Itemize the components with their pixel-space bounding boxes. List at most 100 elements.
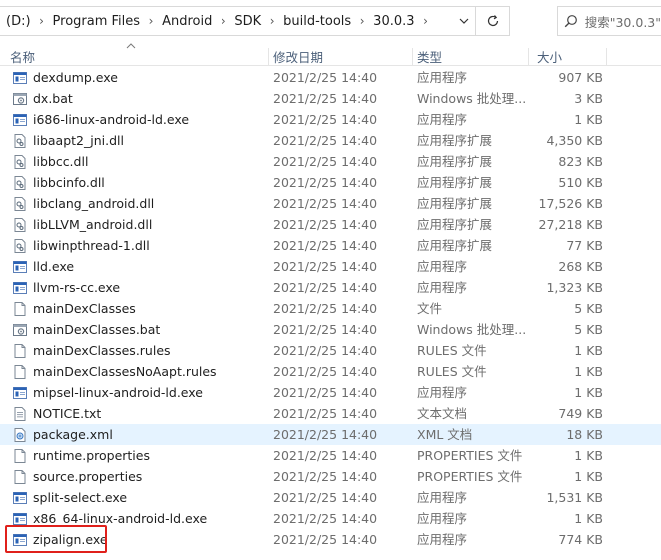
- file-type: 应用程序扩展: [417, 196, 493, 211]
- file-type: 文件: [417, 301, 443, 316]
- file-row[interactable]: source.properties 2021/2/25 14:40 PROPERTI…: [0, 466, 661, 487]
- file-row[interactable]: libclang_android.dll 2021/2/25 14:40 应用程序扩…: [0, 193, 661, 214]
- file-icon: [12, 301, 28, 317]
- file-type: 应用程序: [417, 259, 468, 274]
- file-name: llvm-rs-cc.exe: [33, 280, 121, 295]
- file-date: 2021/2/25 14:40: [273, 427, 378, 442]
- file-name: runtime.properties: [33, 448, 150, 463]
- file-date: 2021/2/25 14:40: [273, 532, 378, 547]
- file-name: mainDexClasses.bat: [33, 322, 161, 337]
- file-type: PROPERTIES 文件: [417, 448, 523, 463]
- file-row[interactable]: mainDexClasses.bat 2021/2/25 14:40 Windows…: [0, 319, 661, 340]
- file-name: libbcc.dll: [33, 154, 89, 169]
- file-row[interactable]: i686-linux-android-ld.exe 2021/2/25 14:40…: [0, 109, 661, 130]
- column-name[interactable]: 名称: [0, 44, 268, 66]
- search-placeholder[interactable]: 搜索"30.0.3": [585, 12, 661, 31]
- file-date: 2021/2/25 14:40: [273, 133, 378, 148]
- chevron-right-icon[interactable]: ›: [216, 14, 230, 28]
- toolbar: (D:) › Program Files › Android › SDK › build-too…: [0, 0, 661, 44]
- file-name: i686-linux-android-ld.exe: [33, 112, 190, 127]
- file-row[interactable]: libwinpthread-1.dll 2021/2/25 14:40 应用程序扩展…: [0, 235, 661, 256]
- file-name: package.xml: [33, 427, 113, 442]
- dll-file-icon: [12, 196, 28, 212]
- column-date[interactable]: 修改日期: [263, 44, 413, 66]
- file-size: 1 KB: [574, 112, 603, 127]
- file-row[interactable]: mainDexClasses 2021/2/25 14:40 文件 5 KB: [0, 298, 661, 319]
- file-name: mainDexClasses: [33, 301, 136, 316]
- address-bar[interactable]: (D:) › Program Files › Android › SDK › build-too…: [0, 6, 510, 36]
- file-row[interactable]: dx.bat 2021/2/25 14:40 Windows 批处理... 3 KB: [0, 88, 661, 109]
- application-icon: [12, 70, 28, 86]
- highlight-box: [5, 525, 107, 553]
- file-date: 2021/2/25 14:40: [273, 217, 378, 232]
- file-size: 4,350 KB: [546, 133, 603, 148]
- breadcrumb-item[interactable]: 30.0.3: [369, 14, 418, 29]
- breadcrumb-item[interactable]: SDK: [230, 14, 265, 29]
- file-row[interactable]: mainDexClasses.rules 2021/2/25 14:40 RULES…: [0, 340, 661, 361]
- application-icon: [12, 385, 28, 401]
- breadcrumb-item[interactable]: Program Files: [49, 14, 145, 29]
- file-type: Windows 批处理...: [417, 322, 527, 337]
- file-size: 5 KB: [574, 322, 603, 337]
- file-row[interactable]: llvm-rs-cc.exe 2021/2/25 14:40 应用程序 1,323 K…: [0, 277, 661, 298]
- application-icon: [12, 112, 28, 128]
- file-name: dx.bat: [33, 91, 73, 106]
- refresh-button[interactable]: [475, 7, 509, 35]
- file-date: 2021/2/25 14:40: [273, 469, 378, 484]
- file-size: 1 KB: [574, 511, 603, 526]
- file-name: libclang_android.dll: [33, 196, 155, 211]
- file-row[interactable]: libaapt2_jni.dll 2021/2/25 14:40 应用程序扩展 4,3…: [0, 130, 661, 151]
- file-row[interactable]: package.xml 2021/2/25 14:40 XML 文档 18 KB: [0, 424, 661, 445]
- file-size: 1 KB: [574, 448, 603, 463]
- search-box[interactable]: 搜索"30.0.3": [557, 6, 661, 36]
- file-name: libwinpthread-1.dll: [33, 238, 150, 253]
- breadcrumb: (D:) › Program Files › Android › SDK › build-too…: [0, 7, 433, 35]
- file-row[interactable]: runtime.properties 2021/2/25 14:40 PROPERT…: [0, 445, 661, 466]
- file-row[interactable]: lld.exe 2021/2/25 14:40 应用程序 268 KB: [0, 256, 661, 277]
- address-history-dropdown[interactable]: [453, 7, 475, 35]
- file-type: PROPERTIES 文件: [417, 469, 523, 484]
- file-size: 27,218 KB: [538, 217, 603, 232]
- file-row[interactable]: dexdump.exe 2021/2/25 14:40 应用程序 907 KB: [0, 67, 661, 88]
- chevron-right-icon[interactable]: ›: [265, 14, 279, 28]
- file-date: 2021/2/25 14:40: [273, 259, 378, 274]
- chevron-right-icon[interactable]: ›: [355, 14, 369, 28]
- file-row[interactable]: libbcc.dll 2021/2/25 14:40 应用程序扩展 823 KB: [0, 151, 661, 172]
- chevron-right-icon[interactable]: ›: [419, 14, 433, 28]
- file-icon: [12, 364, 28, 380]
- file-date: 2021/2/25 14:40: [273, 406, 378, 421]
- breadcrumb-item[interactable]: (D:): [2, 14, 35, 29]
- file-date: 2021/2/25 14:40: [273, 91, 378, 106]
- file-date: 2021/2/25 14:40: [273, 280, 378, 295]
- file-row[interactable]: split-select.exe 2021/2/25 14:40 应用程序 1,531…: [0, 487, 661, 508]
- breadcrumb-item[interactable]: build-tools: [279, 14, 355, 29]
- file-name: lld.exe: [33, 259, 75, 274]
- column-size[interactable]: 大小: [527, 44, 607, 66]
- column-type[interactable]: 类型: [407, 44, 529, 66]
- file-type: 应用程序扩展: [417, 133, 493, 148]
- search-icon: [565, 15, 578, 28]
- column-divider[interactable]: [606, 48, 607, 66]
- file-row[interactable]: libbcinfo.dll 2021/2/25 14:40 应用程序扩展 510 KB: [0, 172, 661, 193]
- file-size: 1,323 KB: [546, 280, 603, 295]
- file-row[interactable]: NOTICE.txt 2021/2/25 14:40 文本文档 749 KB: [0, 403, 661, 424]
- file-size: 749 KB: [558, 406, 603, 421]
- file-row[interactable]: mipsel-linux-android-ld.exe 2021/2/25 14:…: [0, 382, 661, 403]
- file-type: 文本文档: [417, 406, 468, 421]
- search-icon-container: [558, 7, 585, 35]
- chevron-right-icon[interactable]: ›: [144, 14, 158, 28]
- file-size: 268 KB: [558, 259, 603, 274]
- file-icon: [12, 469, 28, 485]
- file-row[interactable]: libLLVM_android.dll 2021/2/25 14:40 应用程序扩展…: [0, 214, 661, 235]
- dll-file-icon: [12, 175, 28, 191]
- file-date: 2021/2/25 14:40: [273, 154, 378, 169]
- file-size: 510 KB: [558, 175, 603, 190]
- file-name: NOTICE.txt: [33, 406, 102, 421]
- breadcrumb-item[interactable]: Android: [158, 14, 216, 29]
- file-date: 2021/2/25 14:40: [273, 175, 378, 190]
- file-row[interactable]: mainDexClassesNoAapt.rules 2021/2/25 14:4…: [0, 361, 661, 382]
- batch-file-icon: [12, 91, 28, 107]
- chevron-right-icon[interactable]: ›: [35, 14, 49, 28]
- file-type: 应用程序: [417, 112, 468, 127]
- file-name: mainDexClassesNoAapt.rules: [33, 364, 217, 379]
